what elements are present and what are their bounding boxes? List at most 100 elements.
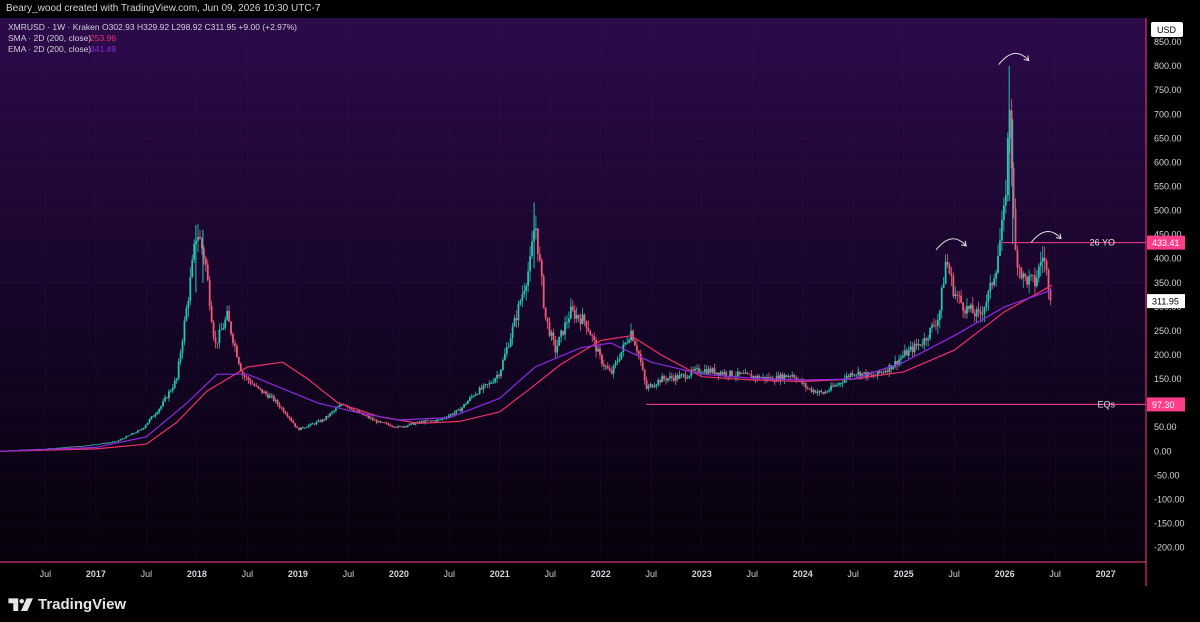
candle-body [818,390,821,393]
candle-body [94,444,97,446]
candle-body [531,241,533,257]
candle-body [608,368,611,371]
candle-body [1020,267,1023,279]
candle-body [628,340,631,343]
candle-body [834,385,836,387]
candle-body [993,278,996,285]
candle-body [162,401,165,407]
candle-body [234,343,236,346]
candle-body [298,427,300,431]
candle-body [158,408,161,413]
candle-body [641,362,644,370]
candle-body [529,256,531,272]
y-tick-label: -150.00 [1154,518,1185,528]
candle-body [191,259,194,278]
x-tick-label: 2026 [995,569,1015,579]
candle-body [841,382,844,384]
candle-body [989,282,992,292]
candle-body [1022,273,1025,279]
candle-body [519,301,522,304]
candle-body [1014,208,1017,250]
candle-body [383,422,386,424]
candle-body [637,351,640,354]
currency-button[interactable]: USD [1151,22,1183,37]
candle-body [901,355,904,358]
candle-body [152,416,155,417]
candle-body [702,372,704,374]
price-chart[interactable]: -200.00-150.00-100.00-50.000.0050.00100.… [0,18,1200,586]
candle-body [674,375,677,381]
candle-body [129,434,131,436]
candle-body [226,311,229,320]
candle-body [468,397,471,401]
candle-body [655,384,658,387]
candle-body [919,344,922,346]
x-tick-label: Jul [141,569,153,579]
candle-body [517,303,520,321]
candle-body [863,372,865,374]
candle-body [849,373,852,378]
candle-body [237,357,240,364]
candle-body [839,383,842,384]
candle-body [496,374,498,379]
candle-body [486,384,489,385]
candle-body [156,412,159,415]
tradingview-logo[interactable]: TradingView [8,594,126,614]
candle-body [142,427,145,430]
candle-body [602,364,605,367]
candle-body [700,372,702,374]
candle-body [432,420,434,422]
time-axis-background[interactable] [0,562,1146,586]
candle-body [1016,249,1019,268]
candle-body [773,381,776,383]
candle-body [692,369,695,371]
candle-body [117,440,120,442]
candle-body [709,368,712,373]
candle-body [884,370,887,373]
candle-body [70,446,73,448]
candle-body [480,387,483,390]
candle-body [63,447,65,449]
candle-body [931,324,933,328]
candle-body [956,294,959,296]
candle-body [900,357,902,360]
candle-body [498,374,500,377]
candle-body [292,420,295,424]
candle-body [983,307,986,314]
last-price-marker: 311.95 [1147,294,1185,309]
candle-body [973,313,976,317]
candle-body [212,322,215,338]
candle-body [463,404,465,408]
candle-body [368,415,370,419]
y-tick-label: 400.00 [1154,254,1182,264]
x-tick-label: 2021 [490,569,510,579]
candle-body [169,390,172,392]
candle-body [78,446,81,447]
candle-body [711,368,714,373]
candle-body [632,330,634,341]
candle-body [682,374,685,376]
candle-body [181,341,184,353]
candle-body [317,420,320,422]
candle-body [987,291,990,302]
candle-body [985,301,988,308]
x-tick-label: Jul [1049,569,1061,579]
candle-body [964,310,966,314]
x-tick-label: Jul [746,569,758,579]
candle-body [645,380,648,389]
candle-body [535,228,537,231]
x-tick-label: 2019 [288,569,308,579]
candle-body [696,367,698,369]
candle-body [579,318,582,324]
candle-body [991,282,994,285]
candle-body [1041,257,1044,262]
candle-body [127,435,130,437]
candle-body [1035,277,1038,287]
candle-body [616,361,619,363]
candle-body [626,342,629,344]
candle-body [197,236,199,241]
candle-body [150,416,153,420]
candle-body [484,384,487,386]
candle-body [643,369,646,381]
x-tick-label: Jul [645,569,657,579]
